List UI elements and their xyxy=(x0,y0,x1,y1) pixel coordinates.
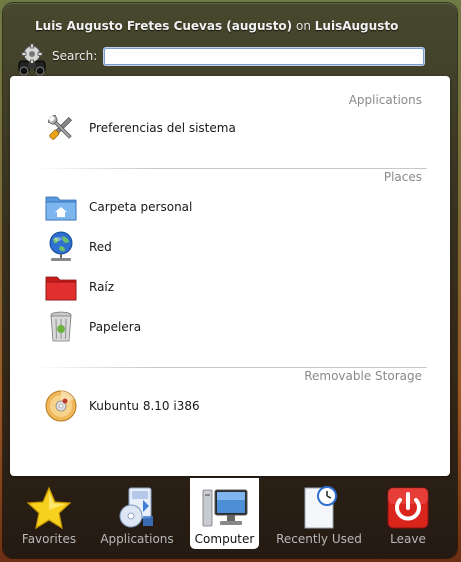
host-name: LuisAugusto xyxy=(314,19,399,33)
power-icon xyxy=(387,487,429,529)
user-header: Luis Augusto Fretes Cuevas (augusto) on … xyxy=(35,19,398,33)
section-divider xyxy=(35,168,427,169)
search-input[interactable] xyxy=(104,48,424,65)
place-item-raiz[interactable]: Raíz xyxy=(36,269,426,305)
tab-label: Favorites xyxy=(21,532,77,546)
results-panel: Applications Preferencias del sistema Pl… xyxy=(10,76,450,476)
tab-label: Computer xyxy=(194,532,255,546)
section-title-removable-storage: Removable Storage xyxy=(304,369,422,383)
binoculars-gear-icon xyxy=(18,43,46,76)
place-item-label: Raíz xyxy=(89,280,115,294)
section-title-applications: Applications xyxy=(348,93,422,107)
tab-label: Applications xyxy=(100,532,174,546)
place-item-papelera[interactable]: Papelera xyxy=(36,309,426,345)
place-item-label: Red xyxy=(89,240,112,254)
on-text: on xyxy=(296,19,311,33)
applications-icon xyxy=(119,487,153,528)
section-title-places: Places xyxy=(383,170,422,184)
tab-label: Leave xyxy=(390,532,426,546)
recent-document-icon xyxy=(304,486,337,529)
computer-icon xyxy=(202,489,247,527)
section-divider xyxy=(35,367,427,368)
place-item-label: Carpeta personal xyxy=(89,200,193,214)
storage-item-kubuntu[interactable]: Kubuntu 8.10 i386 xyxy=(36,388,426,424)
tab-leave[interactable]: Leave xyxy=(382,478,434,549)
tab-label: Recently Used xyxy=(276,532,362,546)
star-icon xyxy=(26,486,72,530)
place-item-carpeta-personal[interactable]: Carpeta personal xyxy=(36,189,426,225)
user-name: Luis Augusto Fretes Cuevas (augusto) xyxy=(35,19,293,33)
app-item-label: Preferencias del sistema xyxy=(89,121,236,135)
network-globe-icon xyxy=(49,231,73,261)
search-label: Search: xyxy=(52,49,98,63)
home-folder-icon xyxy=(45,196,77,221)
tab-recently-used[interactable]: Recently Used xyxy=(275,478,363,549)
kickoff-launcher: Luis Augusto Fretes Cuevas (augusto) on … xyxy=(3,3,457,558)
cd-disc-icon xyxy=(45,390,77,422)
trash-icon xyxy=(50,311,72,342)
wrench-screwdriver-icon xyxy=(47,114,73,140)
red-folder-icon xyxy=(45,276,77,301)
app-item-preferencias[interactable]: Preferencias del sistema xyxy=(36,110,426,146)
storage-item-label: Kubuntu 8.10 i386 xyxy=(89,399,200,413)
tab-favorites[interactable]: Favorites xyxy=(13,478,85,549)
tab-computer[interactable]: Computer xyxy=(190,478,259,549)
tab-bar: Favorites Applications Computer Recently… xyxy=(10,478,450,554)
place-item-red[interactable]: Red xyxy=(36,229,426,265)
place-item-label: Papelera xyxy=(89,320,142,334)
tab-applications[interactable]: Applications xyxy=(99,478,175,549)
